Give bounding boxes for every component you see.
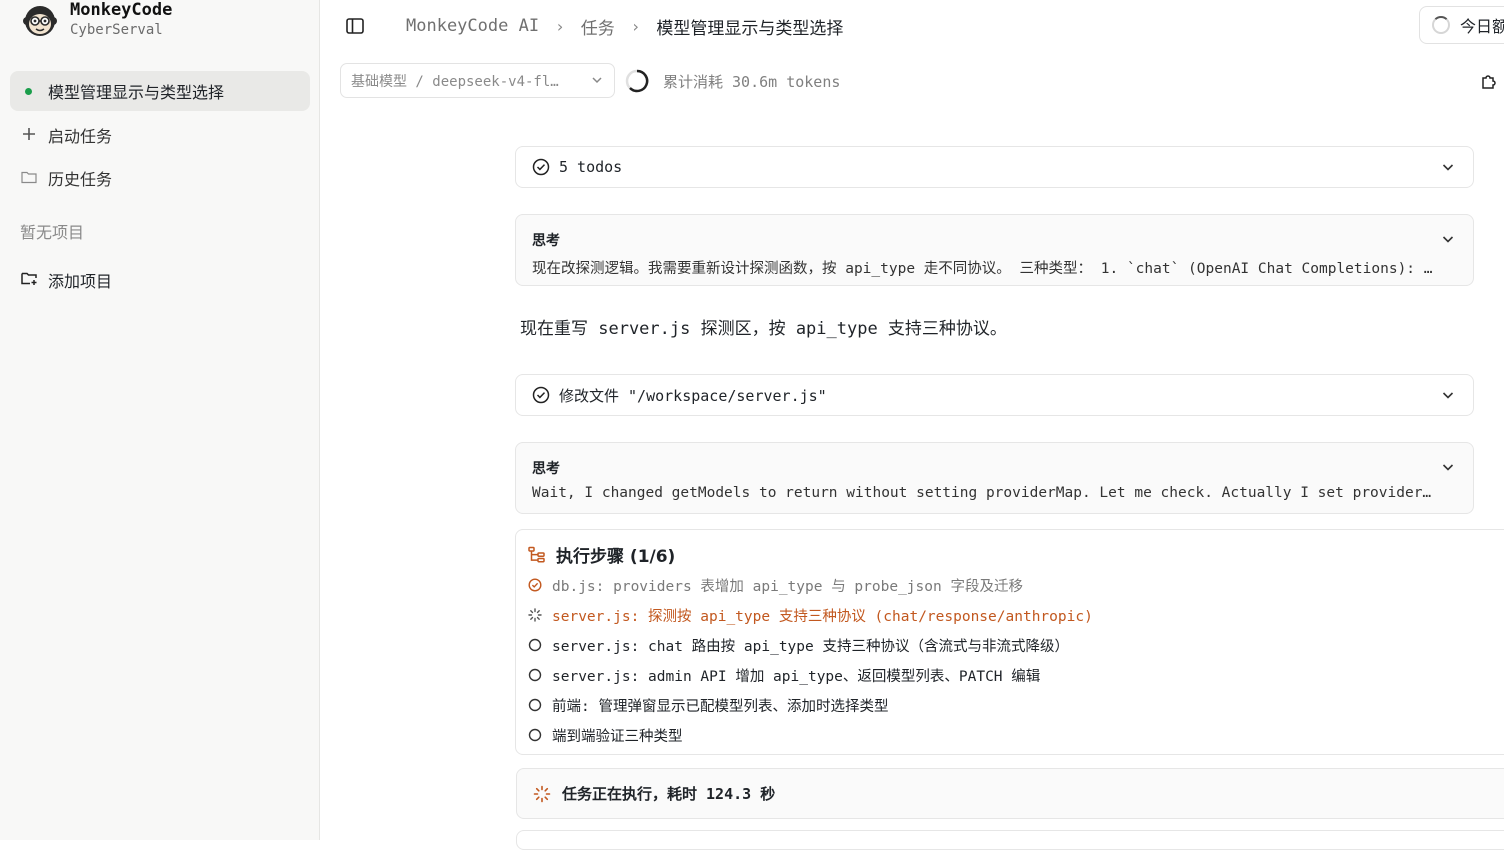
todos-card[interactable]: 5 todos — [515, 146, 1474, 188]
chevron-down-icon — [1442, 164, 1454, 171]
thinking-card-2[interactable]: 思考 Wait, I changed getModels to return w… — [515, 442, 1474, 514]
sidebar-item-history[interactable]: 历史任务 — [20, 163, 112, 193]
circle-icon — [528, 698, 542, 712]
task-status-text: 任务正在执行，耗时 124.3 秒 — [562, 785, 776, 803]
no-projects-label: 暂无项目 — [20, 223, 85, 242]
thinking-text: 现在改探测逻辑。我需要重新设计探测函数，按 api_type 走不同协议。 三种… — [532, 261, 1433, 277]
usage-ring-icon — [625, 69, 649, 93]
chevron-down-icon — [592, 77, 602, 84]
start-task-label: 启动任务 — [48, 127, 113, 146]
today-usage-button[interactable]: 今日额 — [1419, 6, 1504, 44]
step-item-active: server.js: 探测按 api_type 支持三种协议 (chat/res… — [528, 603, 1093, 627]
folder-plus-icon — [20, 271, 38, 290]
next-card — [516, 830, 1504, 850]
step-text: server.js: chat 路由按 api_type 支持三种协议（含流式与… — [552, 638, 1069, 655]
chevron-right-icon: › — [555, 16, 565, 36]
check-circle-icon — [528, 578, 542, 592]
loading-spinner-icon — [528, 608, 542, 622]
edit-file-label: 修改文件 "/workspace/server.js" — [559, 386, 827, 405]
circle-icon — [528, 728, 542, 742]
step-item: server.js: admin API 增加 api_type、返回模型列表、… — [528, 663, 1040, 687]
active-task-label: 模型管理显示与类型选择 — [48, 83, 225, 102]
step-item: server.js: chat 路由按 api_type 支持三种协议（含流式与… — [528, 633, 1069, 657]
usage-text: 累计消耗 30.6m tokens — [663, 72, 841, 91]
monkey-logo-icon — [23, 6, 57, 36]
workspace-name: CyberServal — [70, 22, 163, 38]
brand[interactable]: MonkeyCode CyberServal — [22, 0, 172, 40]
chevron-down-icon — [1442, 392, 1454, 399]
step-item: db.js: providers 表增加 api_type 与 probe_js… — [528, 573, 1023, 597]
step-item: 前端: 管理弹窗显示已配模型列表、添加时选择类型 — [528, 693, 888, 717]
thinking-title: 思考 — [532, 233, 560, 249]
step-text: db.js: providers 表增加 api_type 与 probe_js… — [552, 578, 1023, 595]
steps-title-text: 执行步骤 (1/6) — [556, 547, 676, 567]
step-text: server.js: admin API 增加 api_type、返回模型列表、… — [552, 668, 1041, 685]
check-circle-icon — [532, 158, 550, 176]
sidebar: MonkeyCode CyberServal 模型管理显示与类型选择 启动任务 … — [0, 0, 320, 840]
step-text: 前端: 管理弹窗显示已配模型列表、添加时选择类型 — [552, 698, 889, 715]
loading-icon — [1432, 16, 1450, 34]
today-usage-label: 今日额 — [1460, 17, 1504, 36]
steps-title: 执行步骤 (1/6) — [528, 542, 675, 567]
circle-icon — [528, 668, 542, 682]
step-text: 端到端验证三种类型 — [552, 728, 683, 745]
model-select[interactable]: 基础模型 / deepseek-v4-fl… — [340, 63, 615, 98]
tree-structure-icon — [528, 546, 545, 563]
plus-icon — [20, 126, 38, 145]
sidebar-item-active-task[interactable]: 模型管理显示与类型选择 — [10, 71, 310, 111]
sidebar-item-start-task[interactable]: 启动任务 — [20, 120, 112, 150]
chevron-down-icon — [1442, 464, 1454, 471]
app-name: MonkeyCode — [70, 0, 173, 20]
breadcrumb-current: 模型管理显示与类型选择 — [656, 18, 844, 39]
breadcrumb-tasks[interactable]: 任务 — [581, 14, 615, 39]
circle-icon — [528, 638, 542, 652]
add-project-label: 添加项目 — [48, 272, 113, 291]
assistant-message: 现在重写 server.js 探测区，按 api_type 支持三种协议。 — [520, 319, 1007, 339]
running-dot-icon — [25, 87, 32, 95]
history-label: 历史任务 — [48, 170, 113, 189]
step-text: server.js: 探测按 api_type 支持三种协议 (chat/res… — [552, 608, 1093, 625]
plugin-icon[interactable] — [1480, 72, 1498, 90]
model-select-value: 基础模型 / deepseek-v4-fl… — [351, 73, 559, 90]
folder-icon — [20, 169, 38, 188]
step-item: 端到端验证三种类型 — [528, 723, 683, 747]
edit-file-card[interactable]: 修改文件 "/workspace/server.js" — [515, 374, 1474, 416]
breadcrumb-root[interactable]: MonkeyCode AI — [406, 16, 539, 36]
loading-spinner-icon — [533, 785, 551, 802]
chevron-down-icon — [1442, 236, 1454, 243]
task-status-bar: 任务正在执行，耗时 124.3 秒 — [516, 768, 1504, 819]
todos-label: 5 todos — [559, 158, 623, 176]
thinking-title: 思考 — [532, 461, 560, 477]
thinking-card-1[interactable]: 思考 现在改探测逻辑。我需要重新设计探测函数，按 api_type 走不同协议。… — [515, 214, 1474, 286]
thinking-text: Wait, I changed getModels to return with… — [532, 485, 1432, 501]
token-usage: 累计消耗 30.6m tokens — [625, 68, 840, 94]
execution-steps-panel: 执行步骤 (1/6) db.js: providers 表增加 api_type… — [515, 529, 1504, 755]
add-project-button[interactable]: 添加项目 — [20, 265, 112, 295]
check-circle-icon — [532, 386, 550, 404]
sidebar-toggle-icon[interactable] — [345, 16, 365, 36]
breadcrumb: MonkeyCode AI › 任务 › 模型管理显示与类型选择 — [406, 13, 843, 39]
chevron-right-icon: › — [630, 16, 641, 36]
